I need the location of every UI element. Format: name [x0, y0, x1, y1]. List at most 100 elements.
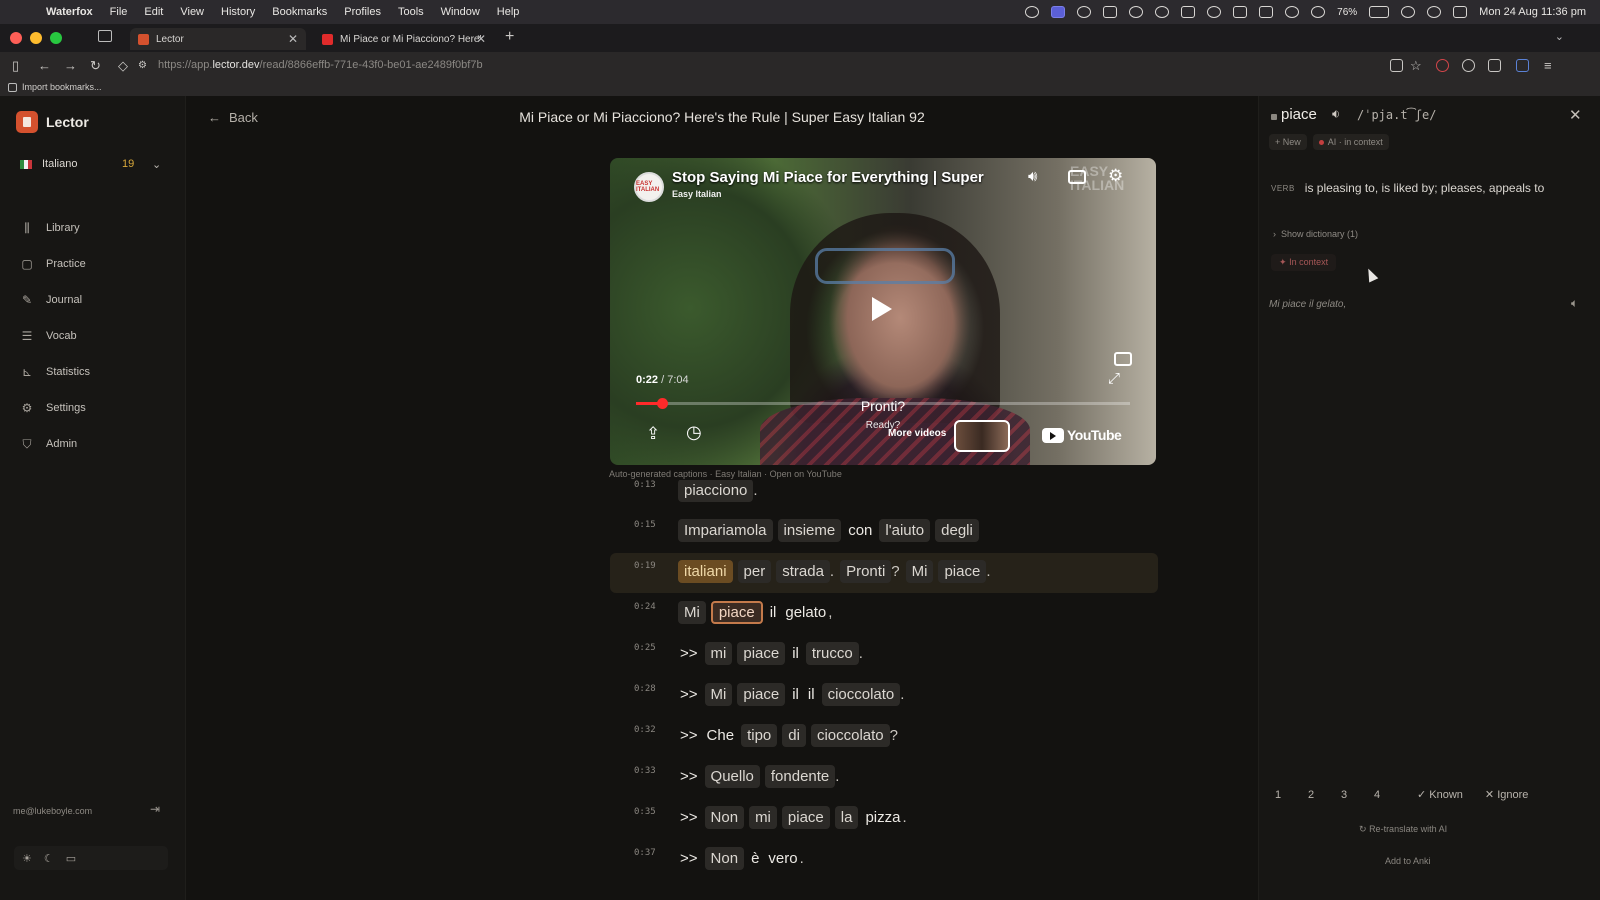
language-selector[interactable]: Italiano 19 ⌄: [20, 158, 170, 171]
word-token[interactable]: >>: [678, 806, 700, 829]
tab-lector[interactable]: Lector ✕: [130, 28, 306, 50]
menubar-clock[interactable]: Mon 24 Aug 11:36 pm: [1479, 6, 1586, 18]
more-videos-label[interactable]: More videos: [888, 428, 946, 439]
close-icon[interactable]: ✕: [1569, 106, 1582, 124]
show-dictionary-toggle[interactable]: › Show dictionary (1): [1273, 229, 1358, 239]
line-timestamp[interactable]: 0:28: [634, 684, 656, 694]
word-token[interactable]: >>: [678, 642, 700, 665]
tab-overview-icon[interactable]: [98, 30, 112, 42]
ignore-button[interactable]: ✕ Ignore: [1485, 788, 1528, 801]
hamburger-menu-icon[interactable]: ≡: [1544, 58, 1552, 73]
line-timestamp[interactable]: 0:19: [634, 561, 656, 571]
word-token[interactable]: fondente: [764, 765, 836, 788]
volume-icon[interactable]: 🔊︎: [1028, 168, 1037, 185]
forward-arrow-icon[interactable]: →: [64, 58, 77, 73]
caption-meta[interactable]: Auto-generated captions · Easy Italian ·…: [609, 469, 842, 479]
clock-status-icon[interactable]: [1207, 6, 1222, 18]
line-timestamp[interactable]: 0:33: [634, 766, 656, 776]
share-icon[interactable]: ⇪: [646, 424, 660, 444]
word-token[interactable]: mi: [749, 806, 777, 829]
word-token[interactable]: il: [768, 601, 779, 624]
example-speaker-icon[interactable]: 🔈︎: [1571, 296, 1578, 311]
word-token[interactable]: la: [834, 806, 859, 829]
in-context-button[interactable]: ✦ In context: [1271, 254, 1337, 271]
word-token[interactable]: il: [806, 683, 817, 706]
zoom-window-button[interactable]: [50, 32, 62, 44]
pronounce-speaker-icon[interactable]: 🔉︎: [1332, 106, 1340, 122]
word-token[interactable]: strada: [776, 560, 830, 583]
line-timestamp[interactable]: 0:32: [634, 725, 656, 735]
menu-bookmarks[interactable]: Bookmarks: [272, 6, 327, 18]
play-icon[interactable]: [872, 297, 892, 321]
sidebar-toggle-icon[interactable]: ▯: [12, 58, 19, 74]
word-token[interactable]: Quello: [704, 765, 760, 788]
word-token[interactable]: piace: [737, 642, 786, 665]
cursor-icon[interactable]: [1129, 6, 1144, 18]
transcript-line[interactable]: 0:33 >> Quello fondente.: [610, 758, 1158, 798]
word-token[interactable]: >>: [678, 847, 700, 870]
close-tab-icon[interactable]: ✕: [288, 32, 298, 46]
wifi-icon[interactable]: [1401, 6, 1416, 18]
line-timestamp[interactable]: 0:24: [634, 602, 656, 612]
bitwarden-icon[interactable]: [1516, 59, 1529, 72]
word-token[interactable]: piace: [737, 683, 786, 706]
new-tab-button[interactable]: +: [505, 28, 514, 46]
word-chip-highlighted[interactable]: italiani: [678, 560, 733, 583]
moon-icon[interactable]: [1285, 6, 1300, 18]
menu-history[interactable]: History: [221, 6, 255, 18]
word-token[interactable]: Non: [704, 806, 745, 829]
rating-3-button[interactable]: 3: [1341, 789, 1374, 801]
word-chip-selected[interactable]: piace: [710, 601, 763, 624]
sidebar-item-admin[interactable]: ⛉ Admin: [20, 426, 90, 462]
headphones-icon[interactable]: [1311, 6, 1326, 18]
word-token[interactable]: >>: [678, 765, 700, 788]
word-token[interactable]: piace: [938, 560, 987, 583]
fullscreen-icon[interactable]: ⤢: [1108, 370, 1120, 387]
word-token[interactable]: trucco: [805, 642, 859, 665]
sidebar-item-settings[interactable]: ⚙ Settings: [20, 390, 90, 426]
sidebar-item-journal[interactable]: ✎ Journal: [20, 282, 90, 318]
tracking-shield-icon[interactable]: ◇: [118, 58, 128, 74]
menu-edit[interactable]: Edit: [144, 6, 163, 18]
extensions-icon[interactable]: [1488, 59, 1501, 72]
close-window-button[interactable]: [10, 32, 22, 44]
menu-file[interactable]: File: [110, 6, 128, 18]
rating-4-button[interactable]: 4: [1374, 789, 1407, 801]
menu-tools[interactable]: Tools: [398, 6, 424, 18]
sidebar-item-vocab[interactable]: ☰ Vocab: [20, 318, 90, 354]
shield-status-icon[interactable]: [1103, 6, 1118, 18]
transcript-line[interactable]: 0:25 >> mi piace il trucco.: [610, 635, 1158, 675]
spotlight-icon[interactable]: [1427, 6, 1442, 18]
word-token[interactable]: cioccolato: [821, 683, 901, 706]
brand[interactable]: Lector: [16, 111, 89, 133]
transcript-line[interactable]: 0:15 Impariamola insieme con l'aiuto degli: [610, 512, 1158, 552]
word-token[interactable]: >>: [678, 683, 700, 706]
add-to-anki-button[interactable]: Add to Anki: [1385, 856, 1431, 866]
system-theme-icon[interactable]: ▭: [66, 852, 76, 865]
transcript-line[interactable]: 0:35 >> Non mi piace la pizza.: [610, 799, 1158, 839]
word-token[interactable]: cioccolato: [810, 724, 890, 747]
word-token[interactable]: mi: [704, 642, 733, 665]
menu-view[interactable]: View: [180, 6, 204, 18]
more-videos-thumbnail[interactable]: [954, 420, 1010, 452]
transcript-line[interactable]: 0:32 >> Che tipo di cioccolato?: [610, 717, 1158, 757]
transcript-line[interactable]: 0:28 >> Mi piace il il cioccolato.: [610, 676, 1158, 716]
light-theme-icon[interactable]: ☀: [22, 852, 32, 865]
pip-icon[interactable]: [1114, 352, 1132, 366]
rating-2-button[interactable]: 2: [1308, 789, 1341, 801]
word-token[interactable]: Mi: [905, 560, 934, 583]
word-token[interactable]: Mi: [678, 601, 706, 624]
menu-profiles[interactable]: Profiles: [344, 6, 381, 18]
word-token[interactable]: vero: [766, 847, 799, 870]
calendar-icon[interactable]: [1259, 6, 1274, 18]
dark-theme-icon[interactable]: ☾: [44, 852, 54, 865]
line-timestamp[interactable]: 0:15: [634, 520, 656, 530]
video-player[interactable]: EASY ITALIAN Stop Saying Mi Piace for Ev…: [610, 158, 1156, 465]
logout-icon[interactable]: ⇥: [150, 802, 160, 816]
account-icon[interactable]: [1462, 59, 1475, 72]
transcript-line[interactable]: 0:13 piacciono.: [610, 480, 1158, 512]
bolt-icon[interactable]: [1155, 6, 1170, 18]
known-button[interactable]: ✓ Known: [1417, 788, 1463, 801]
video-channel[interactable]: Easy Italian: [672, 189, 722, 199]
word-token[interactable]: tipo: [741, 724, 778, 747]
